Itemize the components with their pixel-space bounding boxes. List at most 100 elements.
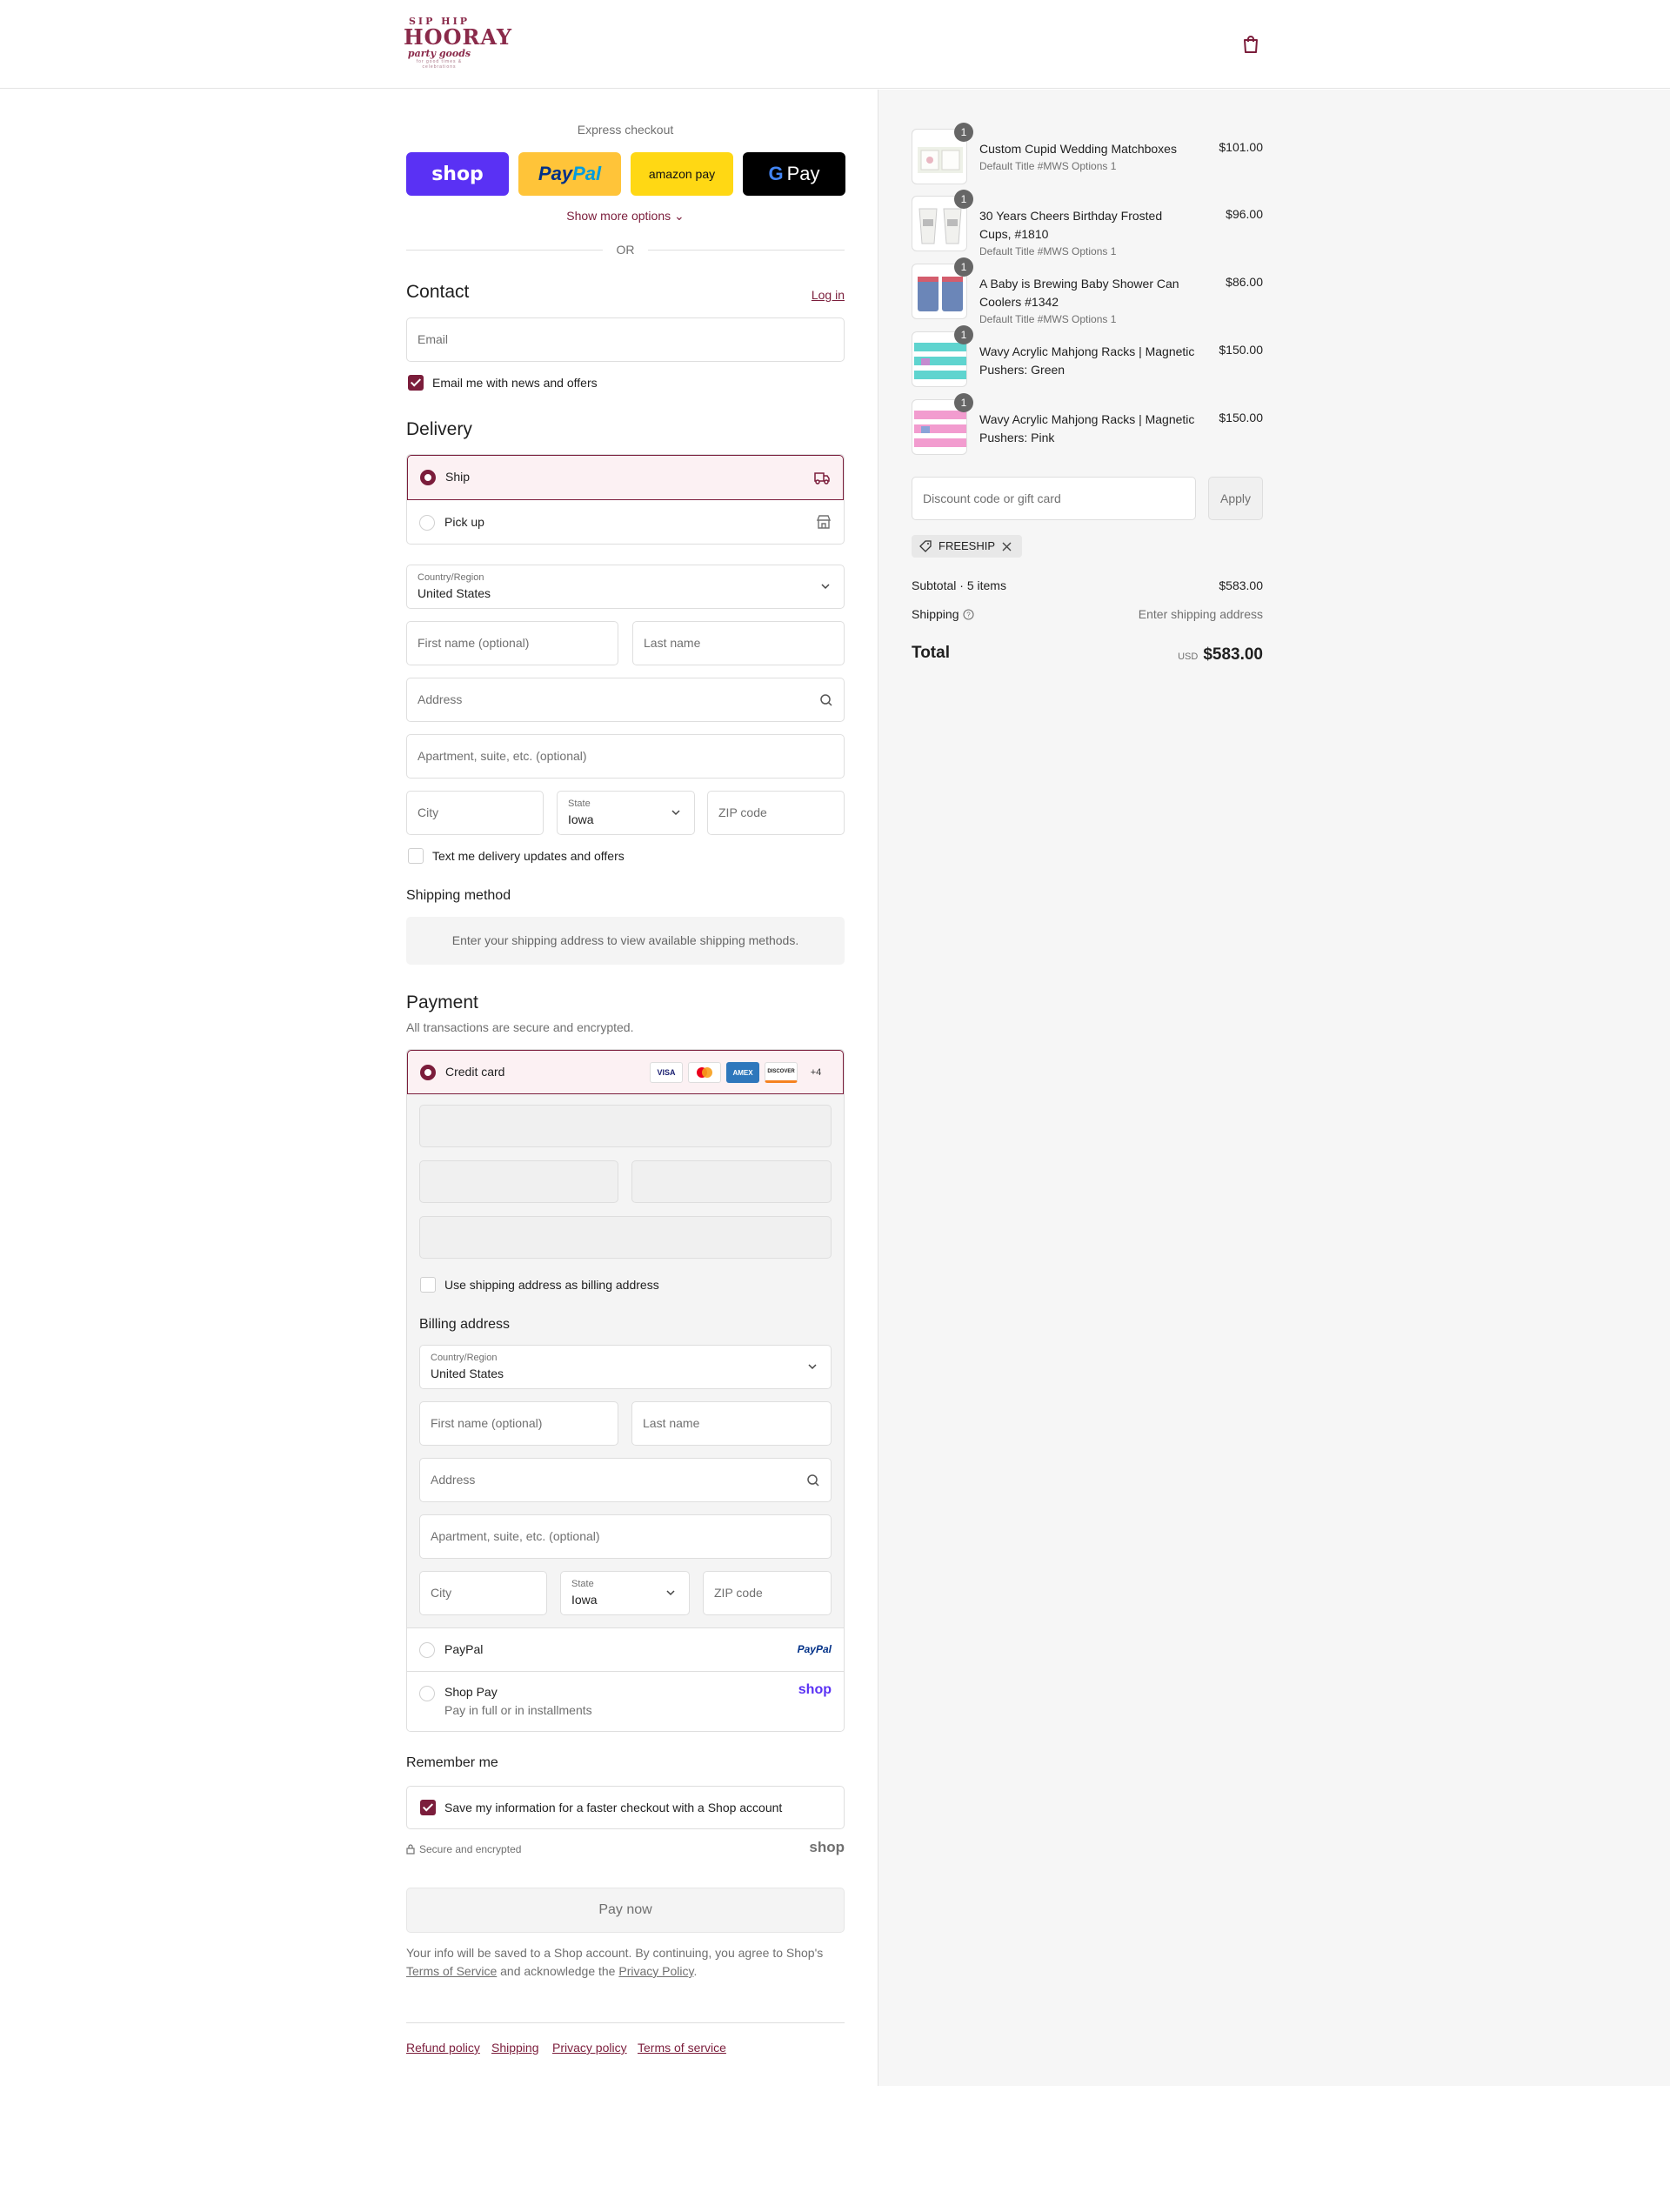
shopping-bag-icon[interactable] — [1242, 35, 1259, 54]
show-more-options-link[interactable]: Show more options ⌄ — [406, 209, 845, 224]
logo-line-2: HOORAY — [404, 24, 512, 50]
delivery-options: Ship Pick up — [406, 454, 845, 545]
pickup-radio[interactable] — [419, 515, 435, 531]
country-label: Country/Region — [418, 572, 484, 583]
paypal-radio[interactable] — [419, 1642, 435, 1658]
zip-field[interactable]: ZIP code — [707, 791, 845, 835]
item-name: Custom Cupid Wedding Matchboxes — [979, 142, 1177, 156]
last-name-field[interactable]: Last name — [632, 621, 845, 665]
card-name-field[interactable] — [419, 1216, 832, 1259]
first-name-field[interactable]: First name (optional) — [406, 621, 618, 665]
item-details: Wavy Acrylic Mahjong Racks | Magnetic Pu… — [979, 343, 1197, 379]
shipping-row: Shipping ? Enter shipping address — [912, 607, 1263, 621]
sms-opt-in-checkbox[interactable] — [408, 848, 424, 864]
shoppay-radio[interactable] — [419, 1686, 435, 1701]
billing-address-field[interactable]: Address — [419, 1458, 832, 1502]
amazon-pay-express-button[interactable]: amazon pay — [631, 152, 733, 196]
item-price: $150.00 — [1219, 411, 1263, 424]
billing-state-select[interactable]: State Iowa — [560, 1571, 690, 1615]
discover-icon: DISCOVER — [765, 1062, 798, 1083]
credit-card-option[interactable]: Credit card VISA AMEX DISCOVER +4 — [407, 1050, 844, 1094]
city-placeholder: City — [418, 805, 439, 819]
discount-chip: FREESHIP — [912, 535, 1022, 558]
city-field[interactable]: City — [406, 791, 544, 835]
remember-me-title: Remember me — [406, 1755, 498, 1770]
item-details: A Baby is Brewing Baby Shower Can Cooler… — [979, 275, 1197, 327]
email-opt-in-label: Email me with news and offers — [432, 376, 598, 390]
billing-country-value: United States — [431, 1367, 504, 1380]
ship-radio[interactable] — [420, 470, 436, 485]
credit-card-label: Credit card — [445, 1065, 505, 1079]
search-icon — [807, 1474, 819, 1487]
truck-icon — [814, 472, 830, 485]
shop-pay-express-button[interactable]: shop — [406, 152, 509, 196]
contact-title: Contact — [406, 282, 470, 302]
apply-discount-button[interactable]: Apply — [1208, 477, 1263, 520]
subtotal-value: $583.00 — [1219, 578, 1263, 592]
apartment-placeholder: Apartment, suite, etc. (optional) — [418, 749, 587, 763]
billing-zip-field[interactable]: ZIP code — [703, 1571, 832, 1615]
paypal-label-b: Pal — [572, 163, 602, 184]
privacy-policy-link[interactable]: Privacy Policy — [618, 1964, 693, 1978]
pickup-option[interactable]: Pick up — [407, 500, 844, 544]
address-field[interactable]: Address — [406, 678, 845, 722]
terms-of-service-link[interactable]: Terms of Service — [406, 1964, 497, 1978]
state-value: Iowa — [568, 812, 594, 826]
apartment-field[interactable]: Apartment, suite, etc. (optional) — [406, 734, 845, 779]
close-icon[interactable] — [1002, 542, 1012, 551]
discount-code-input[interactable]: Discount code or gift card — [912, 477, 1196, 520]
billing-address-placeholder: Address — [431, 1473, 476, 1487]
refund-policy-link[interactable]: Refund policy — [406, 2041, 480, 2055]
zip-placeholder: ZIP code — [718, 805, 767, 819]
state-select[interactable]: State Iowa — [557, 791, 695, 835]
tag-icon — [919, 540, 932, 552]
credit-card-radio[interactable] — [420, 1065, 436, 1080]
save-info-checkbox[interactable] — [420, 1800, 436, 1815]
store-icon — [816, 515, 832, 529]
help-icon[interactable]: ? — [963, 609, 974, 620]
shop-logo-icon: shop — [809, 1839, 845, 1855]
billing-same-checkbox[interactable] — [420, 1277, 436, 1293]
shipping-label: Shipping — [912, 607, 959, 621]
item-details: Wavy Acrylic Mahjong Racks | Magnetic Pu… — [979, 411, 1197, 447]
item-name: Wavy Acrylic Mahjong Racks | Magnetic Pu… — [979, 412, 1195, 444]
first-name-placeholder: First name (optional) — [418, 636, 530, 650]
paypal-option[interactable]: PayPal PayPal — [407, 1627, 844, 1671]
total-amount: USD $583.00 — [1178, 645, 1263, 665]
terms-of-service-footer-link[interactable]: Terms of service — [638, 2041, 726, 2055]
billing-first-name-field[interactable]: First name (optional) — [419, 1401, 618, 1446]
login-link[interactable]: Log in — [812, 288, 845, 302]
billing-apartment-field[interactable]: Apartment, suite, etc. (optional) — [419, 1514, 832, 1559]
paypal-express-button[interactable]: Pay Pal — [518, 152, 621, 196]
pay-now-button[interactable]: Pay now — [406, 1888, 845, 1933]
amex-icon: AMEX — [726, 1062, 759, 1083]
card-cvv-field[interactable] — [631, 1160, 832, 1203]
legal-text: Your info will be saved to a Shop accoun… — [406, 1944, 845, 1981]
chevron-down-icon — [808, 1364, 817, 1370]
email-opt-in-checkbox[interactable] — [408, 375, 424, 391]
cart-item: 1 Wavy Acrylic Mahjong Racks | Magnetic … — [912, 325, 1263, 387]
amex-label: AMEX — [732, 1068, 753, 1077]
country-select[interactable]: Country/Region United States — [406, 565, 845, 609]
state-label: State — [568, 799, 591, 809]
ship-option[interactable]: Ship — [407, 455, 844, 500]
more-cards-badge: +4 — [803, 1062, 829, 1083]
show-more-label: Show more options — [566, 209, 671, 223]
card-number-field[interactable] — [419, 1105, 832, 1147]
google-pay-express-button[interactable]: G Pay — [743, 152, 845, 196]
billing-last-name-field[interactable]: Last name — [631, 1401, 832, 1446]
shoppay-logo-icon: shop — [798, 1682, 832, 1697]
shoppay-option[interactable]: Shop Pay Pay in full or in installments … — [407, 1671, 844, 1731]
discover-label: DISCOVER — [767, 1069, 795, 1074]
billing-country-select[interactable]: Country/Region United States — [419, 1345, 832, 1389]
card-expiry-field[interactable] — [419, 1160, 618, 1203]
email-field[interactable]: Email — [406, 317, 845, 362]
privacy-policy-footer-link[interactable]: Privacy policy — [552, 2041, 627, 2055]
store-logo[interactable]: SIP HIP HOORAY party goods for good time… — [404, 16, 512, 71]
item-details: Custom Cupid Wedding Matchboxes Default … — [979, 140, 1197, 174]
ship-label: Ship — [445, 470, 471, 484]
billing-city-field[interactable]: City — [419, 1571, 547, 1615]
lock-icon — [406, 1844, 415, 1854]
shipping-policy-link[interactable]: Shipping — [491, 2041, 539, 2055]
paypal-logo-icon: PayPal — [797, 1643, 832, 1655]
